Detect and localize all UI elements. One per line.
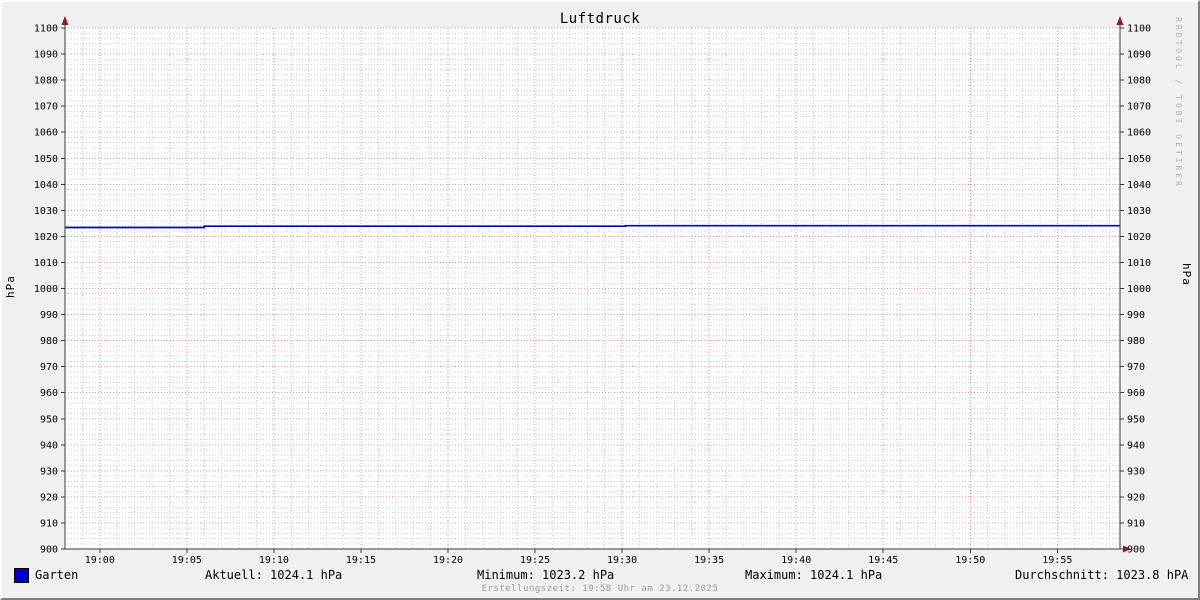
chart-plot-area: 900 900 910 910 920 920 930 930 940 940 950 950 960 9… xyxy=(34,16,1151,566)
svg-text:1060: 1060 xyxy=(1127,128,1151,139)
y-axis-unit-label-right: hPa xyxy=(1180,263,1193,286)
svg-text:19:20: 19:20 xyxy=(433,555,463,566)
svg-text:19:35: 19:35 xyxy=(694,555,724,566)
svg-text:1000: 1000 xyxy=(34,284,58,295)
svg-text:930: 930 xyxy=(1127,466,1145,477)
generation-timestamp: Erstellungszeit: 19:58 Uhr am 23.12.2025 xyxy=(481,584,719,594)
svg-text:1050: 1050 xyxy=(1127,154,1151,165)
svg-text:950: 950 xyxy=(1127,414,1145,425)
svg-text:19:50: 19:50 xyxy=(955,555,985,566)
svg-text:1010: 1010 xyxy=(1127,258,1151,269)
svg-text:19:55: 19:55 xyxy=(1042,555,1072,566)
svg-text:1080: 1080 xyxy=(1127,76,1151,87)
svg-text:19:15: 19:15 xyxy=(346,555,376,566)
svg-text:1090: 1090 xyxy=(34,50,58,61)
svg-text:940: 940 xyxy=(1127,440,1145,451)
legend-series-label: Garten xyxy=(35,568,79,582)
legend-row: Garten Aktuell: 1024.1 hPa Minimum: 1023… xyxy=(0,567,1200,583)
svg-text:19:10: 19:10 xyxy=(259,555,289,566)
svg-text:1030: 1030 xyxy=(1127,206,1151,217)
svg-text:1010: 1010 xyxy=(34,258,58,269)
svg-text:1040: 1040 xyxy=(34,180,58,191)
svg-text:930: 930 xyxy=(40,466,58,477)
svg-text:920: 920 xyxy=(1127,492,1145,503)
svg-text:900: 900 xyxy=(1127,545,1145,556)
svg-text:990: 990 xyxy=(1127,310,1145,321)
plot-canvas xyxy=(65,28,1120,549)
svg-text:990: 990 xyxy=(40,310,58,321)
svg-text:1100: 1100 xyxy=(34,24,58,35)
svg-text:920: 920 xyxy=(40,492,58,503)
svg-text:19:40: 19:40 xyxy=(781,555,811,566)
svg-text:1020: 1020 xyxy=(34,232,58,243)
svg-text:1090: 1090 xyxy=(1127,50,1151,61)
svg-text:960: 960 xyxy=(1127,388,1145,399)
svg-text:1100: 1100 xyxy=(1127,24,1151,35)
stat-minimum: Minimum: 1023.2 hPa xyxy=(477,568,615,582)
stat-durchschnitt: Durchschnitt: 1023.8 hPA xyxy=(1015,568,1189,582)
svg-text:970: 970 xyxy=(40,362,58,373)
rrdtool-pressure-graph: Luftdruck 900 900 910 910 920 920 930 930 940 940… xyxy=(0,0,1200,600)
svg-text:19:45: 19:45 xyxy=(868,555,898,566)
svg-text:950: 950 xyxy=(40,414,58,425)
svg-text:19:25: 19:25 xyxy=(520,555,550,566)
legend-swatch-garten xyxy=(14,568,29,583)
svg-text:1080: 1080 xyxy=(34,76,58,87)
svg-text:980: 980 xyxy=(1127,336,1145,347)
svg-text:19:30: 19:30 xyxy=(607,555,637,566)
svg-text:1000: 1000 xyxy=(1127,284,1151,295)
svg-text:1020: 1020 xyxy=(1127,232,1151,243)
svg-text:19:00: 19:00 xyxy=(85,555,115,566)
svg-text:940: 940 xyxy=(40,440,58,451)
svg-text:1060: 1060 xyxy=(34,128,58,139)
svg-text:960: 960 xyxy=(40,388,58,399)
svg-text:910: 910 xyxy=(1127,518,1145,529)
stat-aktuell: Aktuell: 1024.1 hPa xyxy=(205,568,343,582)
y-axis-unit-label-left: hPa xyxy=(4,275,17,298)
svg-text:1040: 1040 xyxy=(1127,180,1151,191)
svg-text:980: 980 xyxy=(40,336,58,347)
svg-text:910: 910 xyxy=(40,518,58,529)
svg-text:970: 970 xyxy=(1127,362,1145,373)
svg-text:900: 900 xyxy=(40,545,58,556)
svg-text:1070: 1070 xyxy=(1127,102,1151,113)
svg-text:1030: 1030 xyxy=(34,206,58,217)
svg-text:1050: 1050 xyxy=(34,154,58,165)
rrdtool-watermark: RRDTOOL / TOBI OETIKER xyxy=(1174,17,1183,189)
stat-maximum: Maximum: 1024.1 hPa xyxy=(745,568,883,582)
svg-text:1070: 1070 xyxy=(34,102,58,113)
svg-text:19:05: 19:05 xyxy=(172,555,202,566)
